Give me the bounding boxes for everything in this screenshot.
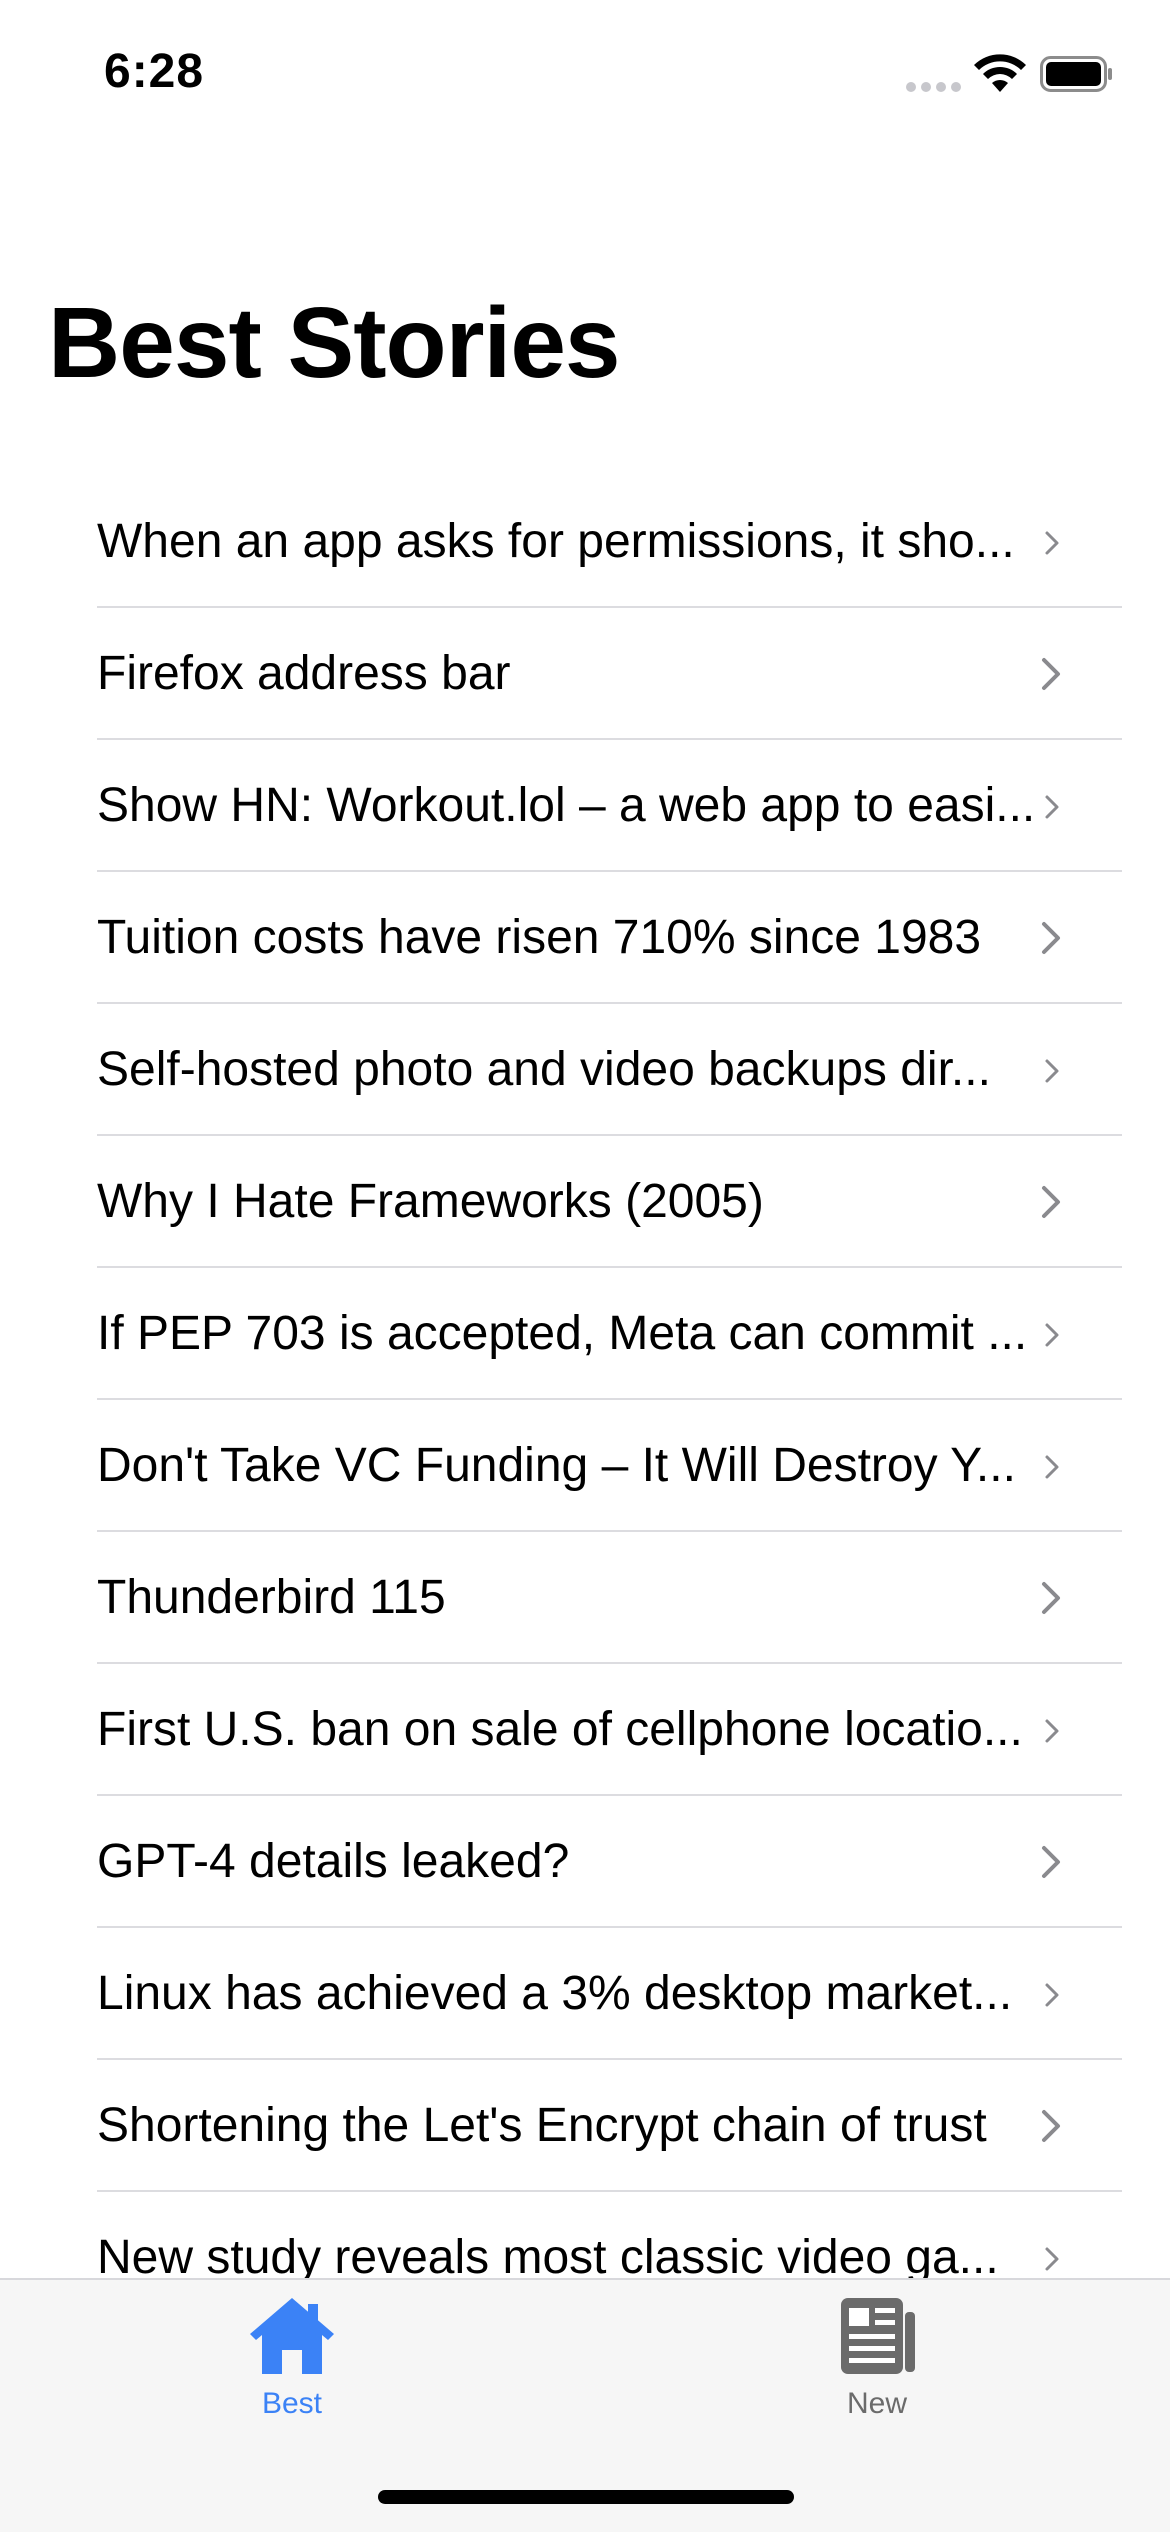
chevron-right-icon [1045, 1455, 1059, 1479]
story-title: First U.S. ban on sale of cellphone loca… [97, 1703, 1023, 1756]
tab-new-label: New [846, 2387, 907, 2420]
story-title: GPT-4 details leaked? [97, 1835, 570, 1888]
chevron-right-icon [1045, 1323, 1059, 1347]
chevron-right-icon [1042, 1582, 1060, 1614]
tab-bar: Best New [0, 2278, 1170, 2532]
story-row[interactable]: Shortening the Let's Encrypt chain of tr… [0, 2060, 1170, 2192]
wifi-icon [974, 54, 1026, 92]
home-indicator[interactable] [378, 2490, 794, 2504]
battery-icon [1040, 56, 1112, 92]
story-title: Thunderbird 115 [97, 1571, 446, 1624]
story-title: Don't Take VC Funding – It Will Destroy … [97, 1439, 1016, 1492]
story-row[interactable]: First U.S. ban on sale of cellphone loca… [0, 1664, 1170, 1796]
chevron-right-icon [1045, 1719, 1059, 1743]
cellular-signal-icon [906, 82, 962, 92]
story-row[interactable]: Tuition costs have risen 710% since 1983 [0, 872, 1170, 1004]
story-title: Self-hosted photo and video backups dir.… [97, 1043, 991, 1096]
story-title: Tuition costs have risen 710% since 1983 [97, 911, 982, 964]
chevron-right-icon [1045, 795, 1059, 819]
newspaper-icon [841, 2298, 915, 2374]
screen: 6:28 Best Stories When an app asks for p… [0, 0, 1170, 2532]
house-icon [250, 2298, 334, 2374]
story-row[interactable]: Show HN: Workout.lol – a web app to easi… [0, 740, 1170, 872]
story-title: Firefox address bar [97, 647, 511, 700]
story-title: Linux has achieved a 3% desktop market..… [97, 1967, 1013, 2020]
chevron-right-icon [1045, 531, 1059, 555]
page-title: Best Stories [48, 287, 621, 399]
story-row[interactable]: Why I Hate Frameworks (2005) [0, 1136, 1170, 1268]
story-row[interactable]: Firefox address bar [0, 608, 1170, 740]
story-row[interactable]: Self-hosted photo and video backups dir.… [0, 1004, 1170, 1136]
story-title: If PEP 703 is accepted, Meta can commit … [97, 1307, 1028, 1360]
chevron-right-icon [1042, 1186, 1060, 1218]
story-title: Show HN: Workout.lol – a web app to easi… [97, 779, 1036, 832]
chevron-right-icon [1045, 1059, 1059, 1083]
story-row[interactable]: When an app asks for permissions, it sho… [0, 476, 1170, 608]
story-row[interactable]: If PEP 703 is accepted, Meta can commit … [0, 1268, 1170, 1400]
story-row[interactable]: Linux has achieved a 3% desktop market..… [0, 1928, 1170, 2060]
chevron-right-icon [1042, 2110, 1060, 2142]
chevron-right-icon [1042, 658, 1060, 690]
story-title: Shortening the Let's Encrypt chain of tr… [97, 2099, 987, 2152]
story-title: Why I Hate Frameworks (2005) [97, 1175, 764, 1228]
tab-best[interactable]: Best [192, 2294, 392, 2434]
tab-best-label: Best [261, 2387, 323, 2420]
tab-new[interactable]: New [777, 2294, 977, 2434]
chevron-right-icon [1042, 922, 1060, 954]
story-row[interactable]: Thunderbird 115 [0, 1532, 1170, 1664]
chevron-right-icon [1045, 1983, 1059, 2007]
status-time: 6:28 [104, 45, 205, 98]
chevron-right-icon [1042, 1846, 1060, 1878]
status-bar: 6:28 [0, 0, 1170, 150]
story-row[interactable]: GPT-4 details leaked? [0, 1796, 1170, 1928]
story-row[interactable]: Don't Take VC Funding – It Will Destroy … [0, 1400, 1170, 1532]
story-title: When an app asks for permissions, it sho… [97, 515, 1015, 568]
story-list: When an app asks for permissions, it sho… [0, 476, 1170, 2324]
chevron-right-icon [1045, 2247, 1059, 2271]
